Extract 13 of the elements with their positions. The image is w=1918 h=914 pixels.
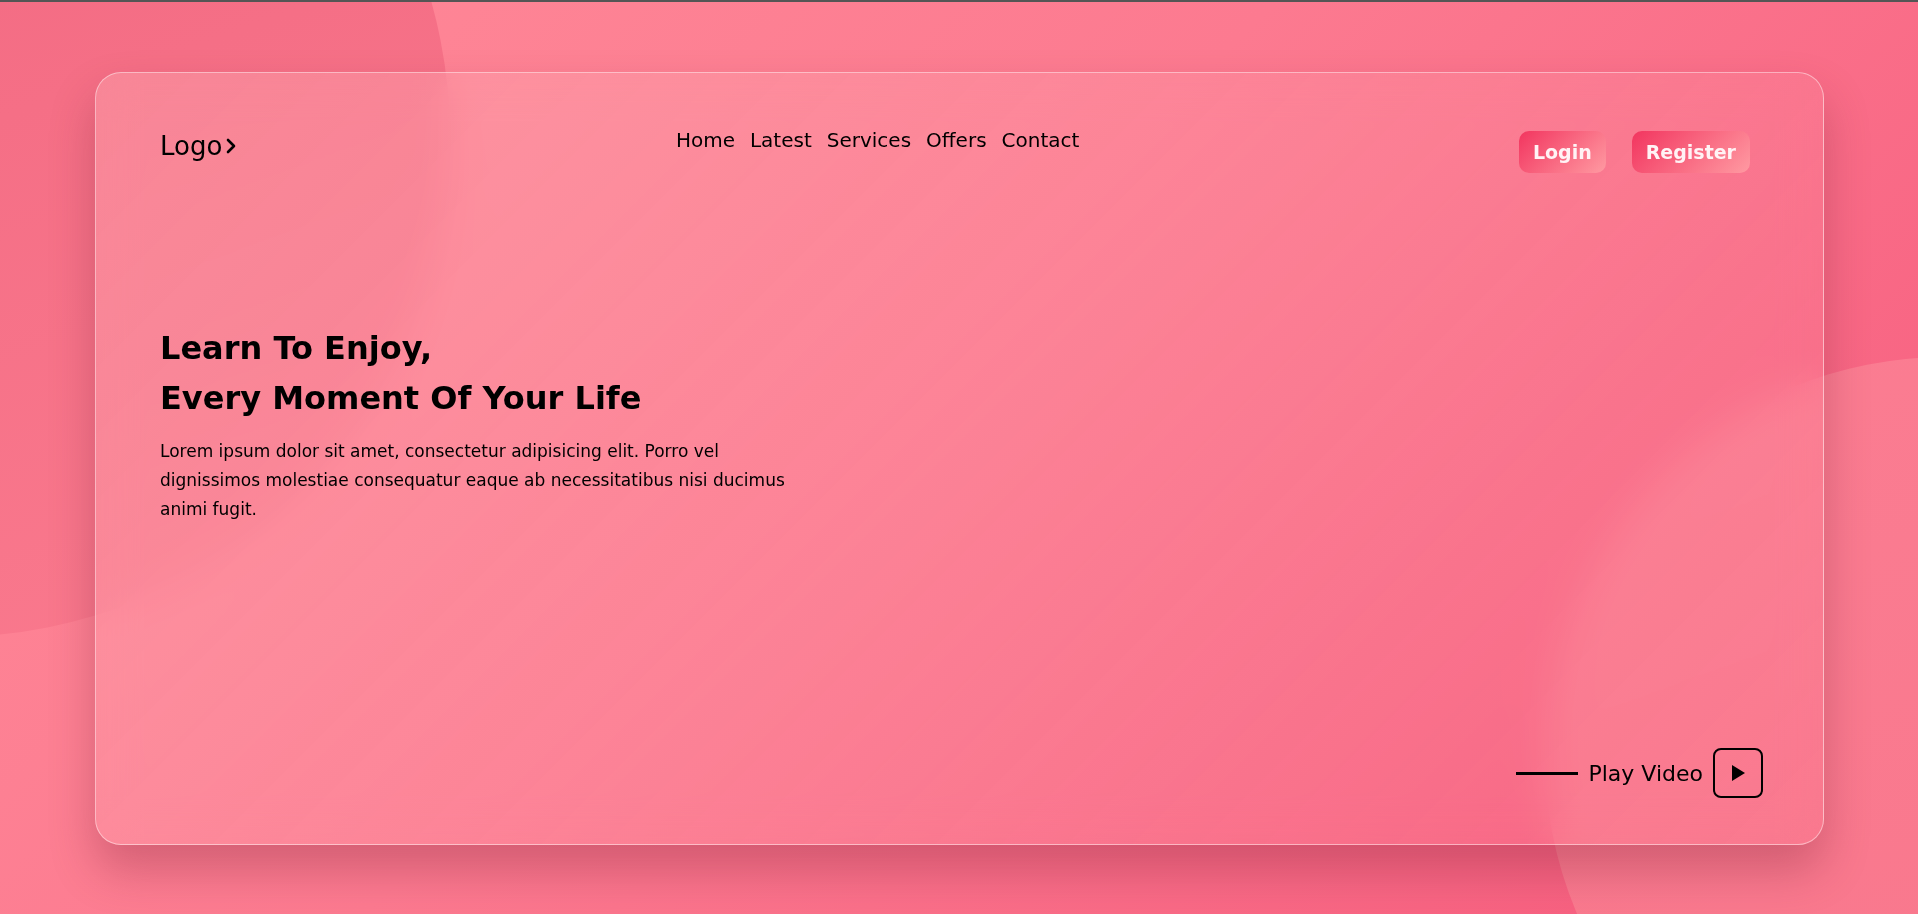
play-icon	[1730, 764, 1746, 782]
play-video-label: Play Video	[1588, 760, 1703, 786]
hero-text: Lorem ipsum dolor sit amet, consectetur adipisicing elit. Porro vel dignissimos molestiae consequatur eaque ab necessitatibus nisi ducimus animi fugit.	[160, 440, 786, 521]
nav-link[interactable]: Latest	[749, 128, 812, 152]
nav-link[interactable]: Contact	[1001, 128, 1080, 152]
play-button[interactable]	[1713, 748, 1763, 798]
chevron-icon	[226, 138, 237, 154]
nav-link[interactable]: Home	[675, 128, 735, 152]
hero-title: Learn To Enjoy,	[160, 328, 434, 369]
hero-title: Every Moment Of Your Life	[160, 378, 643, 419]
nav-link[interactable]: Offers	[926, 128, 987, 152]
nav-link[interactable]: Services	[826, 128, 912, 152]
logo-text[interactable]: Logo	[160, 131, 223, 161]
